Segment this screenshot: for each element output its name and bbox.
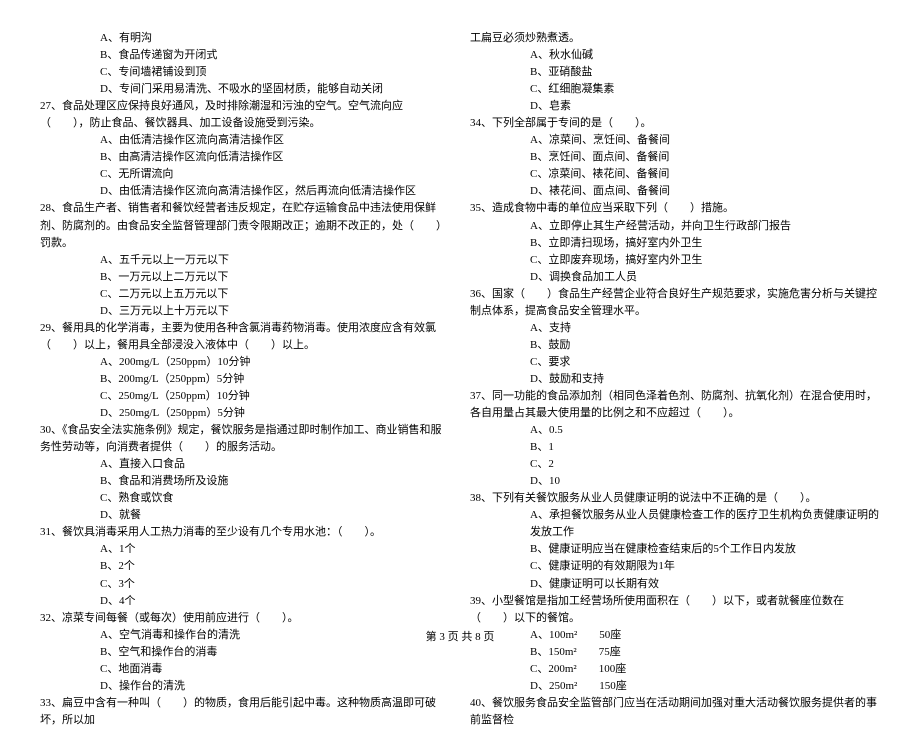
option-a: A、有明沟 (40, 30, 450, 47)
q38-d: D、健康证明可以长期有效 (470, 576, 880, 593)
q35-a: A、立即停止其生产经营活动，并向卫生行政部门报告 (470, 218, 880, 235)
q27-a: A、由低清洁操作区流向高清洁操作区 (40, 132, 450, 149)
q33-b: B、亚硝酸盐 (470, 64, 880, 81)
q31-c: C、3个 (40, 576, 450, 593)
q37-d: D、10 (470, 473, 880, 490)
q37-a: A、0.5 (470, 422, 880, 439)
q36-d: D、鼓励和支持 (470, 371, 880, 388)
q28-b: B、一万元以上二万元以下 (40, 269, 450, 286)
option-d: D、专间门采用易清洗、不吸水的坚固材质，能够自动关闭 (40, 81, 450, 98)
q38-b: B、健康证明应当在健康检查结束后的5个工作日内发放 (470, 541, 880, 558)
q39-a: A、100m² 50座 (470, 627, 880, 644)
q36-b: B、鼓励 (470, 337, 880, 354)
right-column: 工扁豆必须炒熟煮透。 A、秋水仙碱 B、亚硝酸盐 C、红细胞凝集素 D、皂素 3… (470, 30, 880, 610)
q35: 35、造成食物中毒的单位应当采取下列（ ）措施。 (470, 200, 880, 217)
q34-d: D、裱花间、面点间、备餐间 (470, 183, 880, 200)
q31-b: B、2个 (40, 558, 450, 575)
q32-a: A、空气消毒和操作台的清洗 (40, 627, 450, 644)
q37-c: C、2 (470, 456, 880, 473)
q28-c: C、二万元以上五万元以下 (40, 286, 450, 303)
q38-c: C、健康证明的有效期限为1年 (470, 558, 880, 575)
q31: 31、餐饮具消毒采用人工热力消毒的至少设有几个专用水池：（ ）。 (40, 524, 450, 541)
option-c: C、专间墙裙铺设到顶 (40, 64, 450, 81)
q39-b: B、150m² 75座 (470, 644, 880, 661)
q36-c: C、要求 (470, 354, 880, 371)
q34-a: A、凉菜间、烹饪间、备餐间 (470, 132, 880, 149)
q39-c: C、200m² 100座 (470, 661, 880, 678)
q28-a: A、五千元以上一万元以下 (40, 252, 450, 269)
q27-b: B、由高清洁操作区流向低清洁操作区 (40, 149, 450, 166)
q37-b: B、1 (470, 439, 880, 456)
option-b: B、食品传递窗为开闭式 (40, 47, 450, 64)
q27: 27、食品处理区应保持良好通风，及时排除潮湿和污浊的空气。空气流向应（ ），防止… (40, 98, 450, 132)
q32-d: D、操作台的清洗 (40, 678, 450, 695)
q36: 36、国家（ ）食品生产经营企业符合良好生产规范要求，实施危害分析与关键控制点体… (470, 286, 880, 320)
q29-c: C、250mg/L（250ppm）10分钟 (40, 388, 450, 405)
q38-a: A、承担餐饮服务从业人员健康检查工作的医疗卫生机构负责健康证明的发放工作 (470, 507, 880, 541)
q36-a: A、支持 (470, 320, 880, 337)
q32-c: C、地面消毒 (40, 661, 450, 678)
q31-d: D、4个 (40, 593, 450, 610)
q35-c: C、立即废弃现场，搞好室内外卫生 (470, 252, 880, 269)
q29-a: A、200mg/L（250ppm）10分钟 (40, 354, 450, 371)
q33: 33、扁豆中含有一种叫（ ）的物质，食用后能引起中毒。这种物质高温即可破坏，所以… (40, 695, 450, 729)
q30: 30、《食品安全法实施条例》规定，餐饮服务是指通过即时制作加工、商业销售和服务性… (40, 422, 450, 456)
q35-d: D、调换食品加工人员 (470, 269, 880, 286)
left-column: A、有明沟 B、食品传递窗为开闭式 C、专间墙裙铺设到顶 D、专间门采用易清洗、… (40, 30, 450, 610)
q33-c: C、红细胞凝集素 (470, 81, 880, 98)
q39: 39、小型餐馆是指加工经营场所使用面积在（ ）以下，或者就餐座位数在（ ）以下的… (470, 593, 880, 627)
q30-d: D、就餐 (40, 507, 450, 524)
q33-a: A、秋水仙碱 (470, 47, 880, 64)
q30-a: A、直接入口食品 (40, 456, 450, 473)
q29-b: B、200mg/L（250ppm）5分钟 (40, 371, 450, 388)
q38: 38、下列有关餐饮服务从业人员健康证明的说法中不正确的是（ ）。 (470, 490, 880, 507)
q29: 29、餐用具的化学消毒，主要为使用各种含氯消毒药物消毒。使用浓度应含有效氯（ ）… (40, 320, 450, 354)
q34: 34、下列全部属于专间的是（ ）。 (470, 115, 880, 132)
q30-c: C、熟食或饮食 (40, 490, 450, 507)
q28: 28、食品生产者、销售者和餐饮经营者违反规定，在贮存运输食品中违法使用保鲜剂、防… (40, 200, 450, 251)
q40: 40、餐饮服务食品安全监管部门应当在活动期间加强对重大活动餐饮服务提供者的事前监… (470, 695, 880, 729)
q28-d: D、三万元以上十万元以下 (40, 303, 450, 320)
q33-cont: 工扁豆必须炒熟煮透。 (470, 30, 880, 47)
q29-d: D、250mg/L（250ppm）5分钟 (40, 405, 450, 422)
q31-a: A、1个 (40, 541, 450, 558)
page-body: A、有明沟 B、食品传递窗为开闭式 C、专间墙裙铺设到顶 D、专间门采用易清洗、… (0, 0, 920, 620)
q27-c: C、无所谓流向 (40, 166, 450, 183)
q35-b: B、立即清扫现场，搞好室内外卫生 (470, 235, 880, 252)
q34-c: C、凉菜间、裱花间、备餐间 (470, 166, 880, 183)
q37: 37、同一功能的食品添加剂（相同色泽着色剂、防腐剂、抗氧化剂）在混合使用时，各自… (470, 388, 880, 422)
q34-b: B、烹饪间、面点间、备餐间 (470, 149, 880, 166)
q33-d: D、皂素 (470, 98, 880, 115)
q32: 32、凉菜专间每餐（或每次）使用前应进行（ ）。 (40, 610, 450, 627)
q39-d: D、250m² 150座 (470, 678, 880, 695)
q27-d: D、由低清洁操作区流向高清洁操作区，然后再流向低清洁操作区 (40, 183, 450, 200)
q30-b: B、食品和消费场所及设施 (40, 473, 450, 490)
q32-b: B、空气和操作台的消毒 (40, 644, 450, 661)
